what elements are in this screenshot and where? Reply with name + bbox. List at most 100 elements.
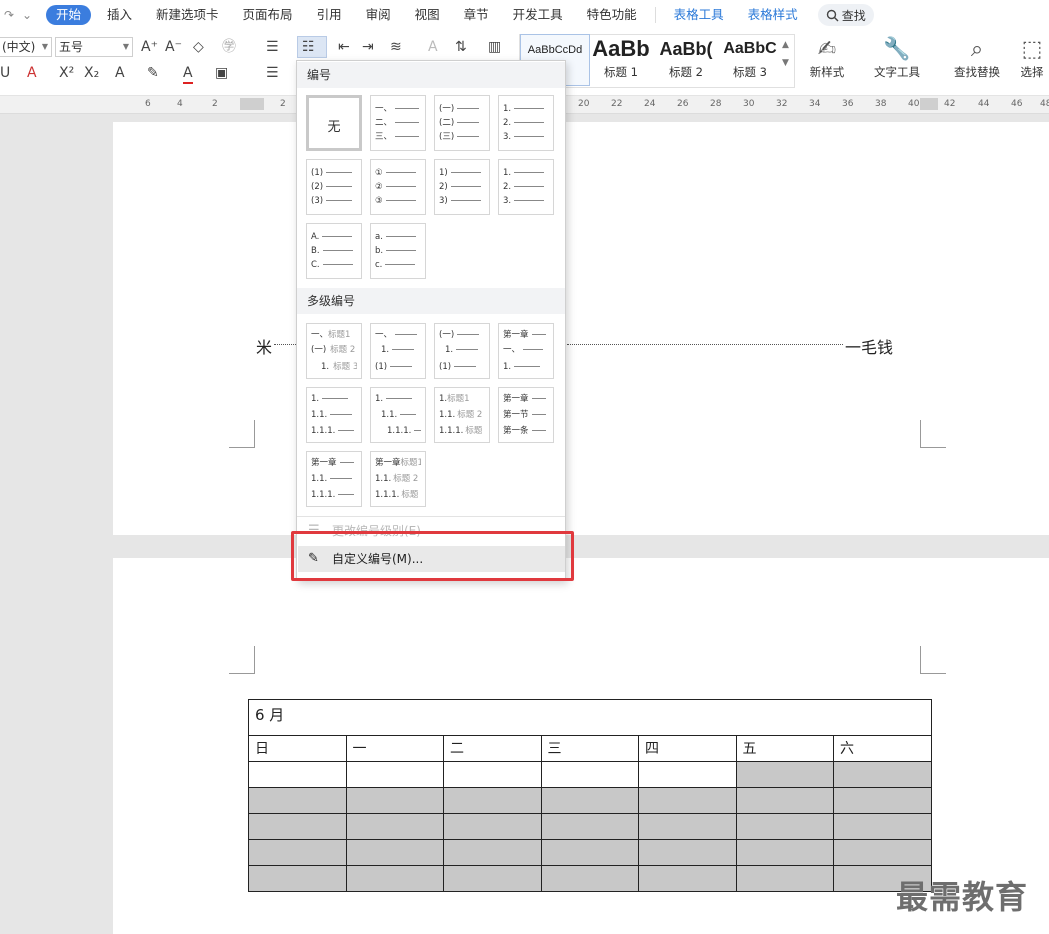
tab-new-tab[interactable]: 新建选项卡 (144, 0, 231, 30)
day-cell[interactable] (540, 761, 639, 788)
multilevel-preset-tile[interactable]: 一、 1. (1) (370, 323, 426, 379)
gallery-scroll-icon[interactable]: ▲ ▼ (782, 36, 789, 72)
clear-format-icon[interactable]: ◇ (193, 38, 204, 56)
tab-table-tools[interactable]: 表格工具 (662, 0, 736, 30)
calendar-month-cell[interactable]: 6 月 (248, 699, 932, 736)
tab-home[interactable]: 开始 (46, 5, 92, 25)
multilevel-preset-tile[interactable]: 一、标题1 (一) 标题 2 1. 标题 3 (306, 323, 362, 379)
decrease-indent-icon[interactable]: ⇤ (338, 38, 350, 56)
multilevel-preset-tile[interactable]: 第一章标题1 1.1.标题 2 1.1.1.标题 3 (370, 451, 426, 507)
multilevel-preset-tile[interactable]: 1. 1.1. 1.1.1. (306, 387, 362, 443)
subscript-icon[interactable]: X₂ (84, 64, 99, 82)
line-spacing-icon[interactable]: ⇅ (455, 38, 467, 56)
day-cell[interactable] (735, 865, 834, 892)
multilevel-preset-tile[interactable]: 第一章 一、 1. (498, 323, 554, 379)
tab-review[interactable]: 审阅 (354, 0, 403, 30)
strikethrough-icon[interactable]: A (27, 64, 37, 82)
day-cell[interactable] (540, 865, 639, 892)
day-cell[interactable] (540, 787, 639, 814)
weekday-cell[interactable]: 二 (443, 735, 542, 762)
tab-insert[interactable]: 插入 (95, 0, 144, 30)
style-heading-1[interactable]: AaBb 标题 1 (588, 34, 654, 86)
quick-access-more-icon[interactable]: ⌄ (18, 8, 36, 22)
tab-special-features[interactable]: 特色功能 (575, 0, 649, 30)
chinese-layout-icon[interactable]: ≋ (390, 38, 402, 56)
day-cell[interactable] (248, 813, 347, 840)
ruler-margin-right[interactable] (920, 98, 938, 110)
day-cell[interactable] (248, 839, 347, 866)
text-direction-icon[interactable]: A (428, 38, 438, 56)
day-cell[interactable] (638, 813, 737, 840)
day-cell[interactable] (248, 787, 347, 814)
calendar-table[interactable]: 6 月 日 一 二 三 四 五 六 (248, 699, 932, 892)
day-cell[interactable] (443, 865, 542, 892)
day-cell[interactable] (540, 839, 639, 866)
weekday-cell[interactable]: 五 (735, 735, 834, 762)
redo-icon[interactable]: ↷ (0, 8, 18, 22)
font-color-icon[interactable]: A (183, 64, 193, 84)
tab-table-style[interactable]: 表格样式 (736, 0, 810, 30)
numbering-none-tile[interactable]: 无 (306, 95, 362, 151)
day-cell[interactable] (345, 839, 444, 866)
multilevel-preset-tile[interactable]: 第一章 1.1. 1.1.1. (306, 451, 362, 507)
text-effect-icon[interactable]: A (115, 64, 125, 82)
day-cell[interactable] (443, 813, 542, 840)
numbering-button[interactable]: ☷ (297, 36, 327, 58)
numbering-preset-tile[interactable]: 一、 二、 三、 (370, 95, 426, 151)
ruler-margin-left[interactable] (240, 98, 264, 110)
day-cell[interactable] (443, 761, 542, 788)
numbering-preset-tile[interactable]: A. B. C. (306, 223, 362, 279)
superscript-icon[interactable]: X² (59, 64, 74, 82)
day-cell[interactable] (833, 813, 932, 840)
font-name-select[interactable]: (中文) ▼ (0, 37, 52, 57)
style-heading-2[interactable]: AaBb( 标题 2 (654, 34, 718, 86)
numbering-preset-tile[interactable]: (1) (2) (3) (306, 159, 362, 215)
numbering-preset-tile[interactable]: 1. 2. 3. (498, 95, 554, 151)
underline-icon[interactable]: U (0, 64, 10, 82)
align-left-icon[interactable]: ☰ (266, 64, 279, 82)
phonetic-icon[interactable]: ㊫ (222, 38, 236, 56)
bullet-list-icon[interactable]: ☰ (266, 38, 279, 56)
weekday-cell[interactable]: 四 (638, 735, 737, 762)
multilevel-preset-tile[interactable]: 第一章 第一节 第一条 (498, 387, 554, 443)
multilevel-preset-tile[interactable]: 1. 1.1. 1.1.1. (370, 387, 426, 443)
day-cell[interactable] (248, 865, 347, 892)
text-tools-button[interactable]: 🔧 文字工具 (866, 36, 928, 80)
tab-developer[interactable]: 开发工具 (501, 0, 575, 30)
day-cell[interactable] (345, 761, 444, 788)
day-cell[interactable] (833, 761, 932, 788)
numbering-preset-tile[interactable]: 1) 2) 3) (434, 159, 490, 215)
day-cell[interactable] (735, 787, 834, 814)
day-cell[interactable] (735, 813, 834, 840)
tab-section[interactable]: 章节 (452, 0, 501, 30)
numbering-preset-tile[interactable]: (一) (二) (三) (434, 95, 490, 151)
page-1[interactable] (113, 122, 1049, 535)
day-cell[interactable] (833, 787, 932, 814)
day-cell[interactable] (833, 839, 932, 866)
weekday-cell[interactable]: 六 (833, 735, 932, 762)
tab-references[interactable]: 引用 (305, 0, 354, 30)
weekday-cell[interactable]: 三 (540, 735, 639, 762)
day-cell[interactable] (735, 761, 834, 788)
char-border-icon[interactable]: ▣ (215, 64, 228, 82)
weekday-cell[interactable]: 日 (248, 735, 347, 762)
font-size-select[interactable]: 五号 ▼ (55, 37, 133, 57)
day-cell[interactable] (540, 813, 639, 840)
select-button[interactable]: ⬚ 选择 (1012, 36, 1049, 80)
numbering-preset-tile[interactable]: 1. 2. 3. (498, 159, 554, 215)
numbering-preset-tile[interactable]: a. b. c. (370, 223, 426, 279)
day-cell[interactable] (248, 761, 347, 788)
day-cell[interactable] (443, 787, 542, 814)
weekday-cell[interactable]: 一 (345, 735, 444, 762)
day-cell[interactable] (638, 865, 737, 892)
grow-font-icon[interactable]: A⁺ (141, 38, 158, 56)
shrink-font-icon[interactable]: A⁻ (165, 38, 182, 56)
day-cell[interactable] (443, 839, 542, 866)
day-cell[interactable] (638, 839, 737, 866)
find-replace-button[interactable]: ⌕ 查找替换 (946, 36, 1008, 80)
tab-page-layout[interactable]: 页面布局 (231, 0, 305, 30)
multilevel-preset-tile[interactable]: (一) 1. (1) (434, 323, 490, 379)
search-box[interactable]: 查找 (817, 4, 874, 26)
numbering-preset-tile[interactable]: ① ② ③ (370, 159, 426, 215)
day-cell[interactable] (638, 787, 737, 814)
